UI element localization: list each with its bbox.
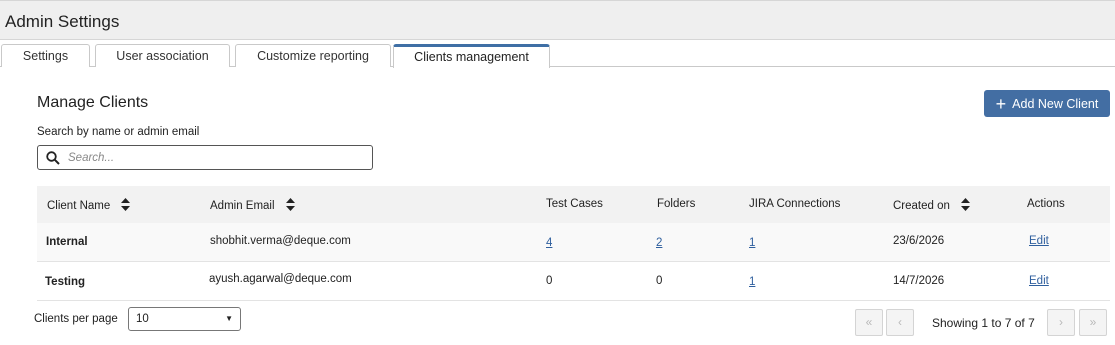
page-header-title: Admin Settings — [5, 12, 120, 31]
jira-connections-link[interactable]: 1 — [749, 276, 755, 288]
sort-icon[interactable] — [285, 198, 295, 214]
table-header: Client Name Admin Email Test Cases Folde… — [37, 186, 1110, 223]
column-header-created-on[interactable]: Created on — [893, 198, 971, 214]
column-header-admin-email[interactable]: Admin Email — [210, 198, 295, 214]
admin-email: ayush.agarwal@deque.com — [209, 273, 352, 285]
column-header-client-name[interactable]: Client Name — [47, 198, 131, 214]
sort-icon[interactable] — [121, 198, 131, 214]
search-input[interactable] — [68, 151, 358, 164]
last-page-button[interactable]: » — [1079, 309, 1107, 336]
section-title: Manage Clients — [37, 94, 149, 111]
column-header-folders: Folders — [657, 198, 696, 210]
created-on: 23/6/2026 — [893, 235, 945, 247]
edit-link[interactable]: Edit — [1029, 275, 1049, 287]
folders-value: 0 — [656, 275, 663, 287]
first-page-button[interactable]: « — [855, 309, 883, 336]
search-label: Search by name or admin email — [37, 126, 200, 138]
table-row: Internal shobhit.verma@deque.com 4 2 1 2… — [37, 223, 1110, 262]
jira-connections-link[interactable]: 1 — [749, 237, 755, 249]
tab-customize-reporting[interactable]: Customize reporting — [235, 44, 391, 67]
created-on: 14/7/2026 — [893, 275, 945, 287]
sort-icon[interactable] — [961, 198, 971, 214]
title-bar: Admin Settings — [0, 0, 1115, 40]
caret-down-icon: ▼ — [225, 314, 233, 323]
search-icon — [38, 150, 68, 165]
test-cases-value: 0 — [546, 275, 553, 287]
client-name: Internal — [46, 236, 88, 248]
add-new-client-button[interactable]: + Add New Client — [984, 90, 1110, 117]
per-page-value: 10 — [136, 313, 149, 325]
previous-page-button[interactable]: ‹ — [886, 309, 914, 336]
pagination-status: Showing 1 to 7 of 7 — [932, 316, 1035, 330]
column-header-test-cases: Test Cases — [546, 198, 603, 210]
column-header-actions: Actions — [1027, 198, 1065, 210]
search-field[interactable] — [37, 145, 373, 170]
clients-table: Client Name Admin Email Test Cases Folde… — [37, 186, 1110, 301]
tab-settings[interactable]: Settings — [1, 44, 90, 67]
clients-per-page-label: Clients per page — [34, 313, 118, 325]
tab-user-association[interactable]: User association — [95, 44, 230, 67]
tab-bar: Settings User association Customize repo… — [0, 44, 1115, 68]
add-new-client-label: Add New Client — [1012, 96, 1099, 111]
test-cases-link[interactable]: 4 — [546, 237, 552, 249]
tab-clients-management[interactable]: Clients management — [393, 44, 550, 68]
next-page-button[interactable]: › — [1047, 309, 1075, 336]
edit-link[interactable]: Edit — [1029, 235, 1049, 247]
clients-per-page-select[interactable]: 10 ▼ — [128, 307, 241, 331]
table-row: Testing ayush.agarwal@deque.com 0 0 1 14… — [37, 262, 1110, 301]
column-header-jira-connections: JIRA Connections — [749, 198, 841, 210]
admin-email: shobhit.verma@deque.com — [210, 235, 351, 247]
plus-icon: + — [995, 93, 1007, 114]
client-name: Testing — [45, 276, 86, 288]
folders-link[interactable]: 2 — [656, 237, 662, 249]
